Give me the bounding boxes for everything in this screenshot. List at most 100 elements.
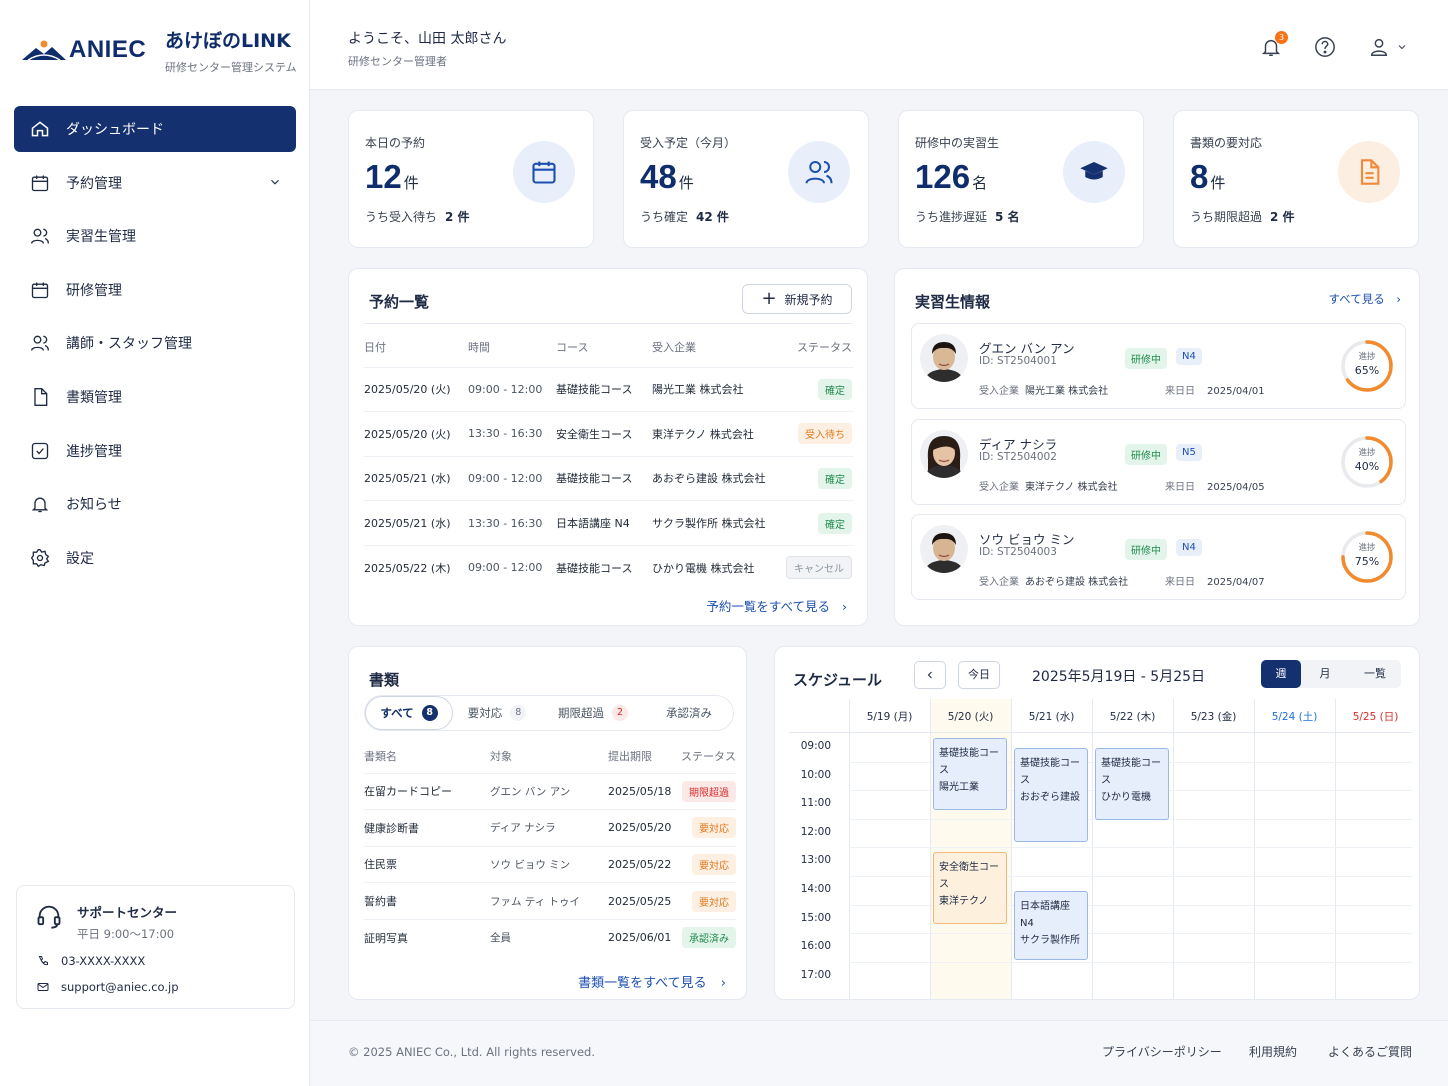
sidebar-item-documents[interactable]: 書類管理 bbox=[14, 374, 296, 420]
trainee-card[interactable]: ソウ ビョウ ミン ID: ST2504003 研修中 N4 受入企業 あおぞら建… bbox=[911, 514, 1406, 600]
terms-link[interactable]: 利用規約 bbox=[1249, 1043, 1297, 1060]
day-header[interactable]: 5/24 (土) bbox=[1254, 709, 1335, 724]
stat-label: 書類の要対応 bbox=[1190, 136, 1263, 150]
sidebar-item-dashboard[interactable]: ダッシュボード bbox=[14, 106, 296, 152]
sidebar-item-staff[interactable]: 講師・スタッフ管理 bbox=[14, 320, 296, 366]
tab-count-badge: 8 bbox=[421, 705, 438, 721]
tab-approved[interactable]: 承認済み bbox=[645, 696, 733, 730]
reservations-table-body: 2025/05/20 (火) 09:00 - 12:00 基礎技能コース 陽光工業 株… bbox=[364, 367, 854, 590]
support-email[interactable]: support@aniec.co.jp bbox=[37, 980, 179, 994]
time-label: 14:00 bbox=[800, 883, 831, 895]
status-badge: 要対応 bbox=[692, 890, 736, 912]
sidebar-item-progress[interactable]: 進捗管理 bbox=[14, 428, 296, 474]
progress-percent: 65% bbox=[1354, 364, 1380, 377]
view-all-trainees-link[interactable]: すべて見る › bbox=[1328, 291, 1401, 307]
documents-table-body: 在留カードコピー グエン バン アン 2025/05/18 期限超過 健康診断書 ディア … bbox=[364, 773, 736, 956]
day-header[interactable]: 5/20 (火) bbox=[930, 709, 1011, 724]
view-month-button[interactable]: 月 bbox=[1301, 660, 1349, 688]
table-row[interactable]: 住民票 ソウ ビョウ ミン 2025/05/22 要対応 bbox=[364, 846, 736, 883]
stat-card-documents-pending[interactable]: 書類の要対応 8件 うち期限超過 2 件 bbox=[1173, 110, 1419, 248]
help-button[interactable] bbox=[1314, 36, 1336, 62]
table-row[interactable]: 在留カードコピー グエン バン アン 2025/05/18 期限超過 bbox=[364, 773, 736, 810]
welcome-message: ようこそ、山田 太郎さん bbox=[348, 31, 507, 47]
time-label: 12:00 bbox=[800, 825, 831, 838]
tab-count-badge: 2 bbox=[612, 705, 628, 721]
status-badge: 承認済み bbox=[682, 927, 736, 949]
status-badge: キャンセル bbox=[786, 556, 852, 580]
trainee-card[interactable]: ディア ナシラ ID: ST2504002 研修中 N5 受入企業 東洋テクノ 株… bbox=[911, 418, 1406, 505]
chevron-down-icon[interactable] bbox=[268, 175, 282, 193]
day-header[interactable]: 5/22 (木) bbox=[1092, 709, 1173, 724]
table-row[interactable]: 2025/05/20 (火) 09:00 - 12:00 基礎技能コース 陽光工業 株… bbox=[364, 367, 854, 412]
tab-action-required[interactable]: 要対応 8 bbox=[453, 696, 541, 730]
event-company: 東洋テクノ bbox=[939, 896, 989, 908]
view-list-button[interactable]: 一覧 bbox=[1349, 660, 1401, 688]
day-header[interactable]: 5/19 (月) bbox=[849, 709, 930, 724]
event-title: 基礎技能コース bbox=[939, 748, 999, 776]
phone-icon bbox=[37, 955, 51, 967]
sidebar-item-label: 書類管理 bbox=[66, 389, 122, 406]
notification-button[interactable]: 3 bbox=[1260, 31, 1288, 62]
privacy-policy-link[interactable]: プライバシーポリシー bbox=[1102, 1043, 1222, 1060]
view-all-reservations-link[interactable]: 予約一覧をすべて見る › bbox=[706, 596, 847, 615]
view-week-button[interactable]: 週 bbox=[1261, 660, 1301, 688]
schedule-event[interactable]: 基礎技能コース おおぞら建設 bbox=[1014, 748, 1088, 843]
reservation-course: 日本語講座 N4 bbox=[556, 517, 630, 531]
day-header[interactable]: 5/25 (日) bbox=[1335, 709, 1416, 724]
schedule-event[interactable]: 基礎技能コース 陽光工業 bbox=[933, 738, 1007, 810]
brand[interactable]: ANIEC あけぼのLINK 研修センター管理システム bbox=[22, 26, 302, 78]
new-reservation-button[interactable]: + 新規予約 bbox=[742, 284, 852, 314]
reservations-panel: 予約一覧 + 新規予約 日付 時間 コース 受入企業 ステータス 2025/05… bbox=[348, 268, 868, 626]
reservation-company: サクラ製作所 株式会社 bbox=[652, 517, 766, 531]
sidebar-item-label: 講師・スタッフ管理 bbox=[66, 336, 192, 353]
sidebar-item-trainees[interactable]: 実習生管理 bbox=[14, 213, 296, 259]
faq-link[interactable]: よくあるご質問 bbox=[1328, 1043, 1412, 1060]
trainee-card[interactable]: グエン バン アン ID: ST2504001 研修中 N4 受入企業 陽光工業 … bbox=[911, 323, 1406, 409]
sidebar-item-notices[interactable]: お知らせ bbox=[14, 481, 296, 527]
sidebar-item-training[interactable]: 研修管理 bbox=[14, 267, 296, 313]
document-target: グエン バン アン bbox=[490, 785, 571, 798]
reservation-course: 基礎技能コース bbox=[556, 383, 633, 397]
day-header[interactable]: 5/23 (金) bbox=[1173, 709, 1254, 724]
today-button[interactable]: 今日 bbox=[958, 661, 1000, 689]
event-company: ひかり電機 bbox=[1101, 792, 1151, 803]
table-row[interactable]: 誓約書 ファム ティ トゥイ 2025/05/25 要対応 bbox=[364, 882, 736, 920]
table-row[interactable]: 2025/05/20 (火) 13:30 - 16:30 安全衛生コース 東洋テクノ … bbox=[364, 411, 854, 457]
day-header[interactable]: 5/21 (水) bbox=[1011, 709, 1092, 724]
reservation-date: 2025/05/21 (水) bbox=[364, 517, 451, 531]
view-all-documents-link[interactable]: 書類一覧をすべて見る › bbox=[578, 972, 726, 991]
schedule-event[interactable]: 日本語講座 N4 サクラ製作所 bbox=[1014, 891, 1088, 960]
sidebar-item-reservations[interactable]: 予約管理 bbox=[14, 160, 296, 206]
brand-subtitle: 研修センター管理システム bbox=[165, 61, 297, 74]
sidebar-item-settings[interactable]: 設定 bbox=[14, 535, 296, 581]
date-range: 2025年5月19日 - 5月25日 bbox=[1032, 669, 1206, 685]
stat-card-today-reservations[interactable]: 本日の予約 12 件 うち受入待ち 2 件 bbox=[348, 110, 594, 248]
support-hours: 平日 9:00〜17:00 bbox=[77, 927, 175, 941]
table-row[interactable]: 2025/05/21 (水) 09:00 - 12:00 基礎技能コース あおぞら建設… bbox=[364, 456, 854, 501]
schedule-panel: スケジュール 今日 2025年5月19日 - 5月25日 週 月 一覧 5/19… bbox=[774, 646, 1420, 1000]
progress-label: 進捗 bbox=[1358, 352, 1376, 362]
stat-card-monthly-arrivals[interactable]: 受入予定（今月） 48 件 うち確定 42 件 bbox=[623, 110, 869, 248]
table-row[interactable]: 証明写真 全員 2025/06/01 承認済み bbox=[364, 919, 736, 956]
support-phone[interactable]: 03-XXXX-XXXX bbox=[37, 954, 145, 968]
document-due-date: 2025/06/01 bbox=[608, 931, 672, 945]
stat-card-trainees-in-training[interactable]: 研修中の実習生 126 名 うち進捗遅延 5 名 bbox=[898, 110, 1144, 248]
topbar: ようこそ、山田 太郎さん 研修センター管理者 3 bbox=[310, 0, 1448, 90]
table-row[interactable]: 健康診断書 ディア ナシラ 2025/05/20 要対応 bbox=[364, 809, 736, 847]
mountain-logo-icon bbox=[22, 40, 66, 61]
tab-overdue[interactable]: 期限超過 2 bbox=[541, 696, 645, 730]
calendar-icon bbox=[513, 141, 575, 203]
previous-week-button[interactable] bbox=[914, 661, 946, 689]
trainee-company: 受入企業 東洋テクノ 株式会社 bbox=[979, 481, 1118, 493]
schedule-event[interactable]: 基礎技能コース ひかり電機 bbox=[1095, 748, 1169, 820]
progress-percent: 40% bbox=[1354, 459, 1380, 473]
trainee-company: 受入企業 あおぞら建設 株式会社 bbox=[979, 577, 1129, 588]
user-menu-button[interactable] bbox=[1368, 36, 1408, 58]
tab-all[interactable]: すべて 8 bbox=[365, 696, 453, 730]
schedule-event[interactable]: 安全衛生コース 東洋テクノ bbox=[933, 852, 1007, 924]
jlpt-level-badge: N5 bbox=[1176, 443, 1202, 461]
column-header: 書類名 bbox=[364, 749, 397, 763]
trainee-status-badge: 研修中 bbox=[1125, 348, 1167, 369]
table-row[interactable]: 2025/05/22 (木) 09:00 - 12:00 基礎技能コース ひかり電機 … bbox=[364, 545, 854, 590]
table-row[interactable]: 2025/05/21 (水) 13:30 - 16:30 日本語講座 N4 サクラ製作… bbox=[364, 500, 854, 546]
